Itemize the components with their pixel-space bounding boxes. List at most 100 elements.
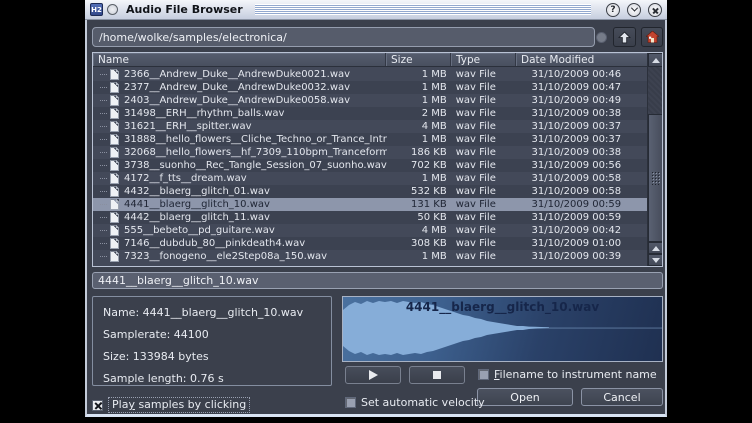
cell-type: wav File [452, 134, 517, 145]
checkbox-label: Filename to instrument name [494, 368, 657, 381]
cell-name: 2403__Andrew_Duke__AndrewDuke0058.wav [124, 95, 387, 106]
table-row[interactable]: 4432__blaerg__glitch_01.wav532 KBwav Fil… [93, 185, 648, 198]
cell-name: 31621__ERH__spitter.wav [124, 121, 387, 132]
tree-branch-icon [100, 178, 107, 179]
file-icon [110, 212, 119, 223]
close-button[interactable] [648, 3, 662, 17]
cell-type: wav File [452, 82, 517, 93]
file-icon [110, 121, 119, 132]
tree-branch-icon [100, 204, 107, 205]
checkbox-box[interactable] [345, 397, 356, 408]
scroll-up-button-bottom[interactable] [648, 242, 663, 254]
sticky-button-icon[interactable] [107, 4, 118, 15]
checkbox-box[interactable] [92, 400, 103, 411]
file-icon [110, 82, 119, 93]
column-header-size[interactable]: Size [386, 53, 451, 66]
file-icon [110, 238, 119, 249]
cell-date: 31/10/2009 00:56 [516, 160, 648, 171]
table-row[interactable]: 4442__blaerg__glitch_11.wav50 KBwav File… [93, 211, 648, 224]
up-arrow-icon [652, 246, 660, 251]
home-button[interactable] [641, 27, 663, 47]
sample-info-panel: Name: 4441__blaerg__glitch_10.wav Sample… [92, 296, 332, 386]
table-row[interactable]: 31621__ERH__spitter.wav4 MBwav File31/10… [93, 120, 648, 133]
preview-title: 4441__blaerg__glitch_10.wav [343, 300, 662, 314]
cell-date: 31/10/2009 00:37 [516, 121, 648, 132]
up-directory-button[interactable] [613, 27, 636, 47]
column-header-name[interactable]: Name [93, 53, 386, 66]
cell-size: 4 MB [387, 121, 452, 132]
tree-branch-icon [100, 126, 107, 127]
cell-date: 31/10/2009 00:42 [516, 225, 648, 236]
table-row[interactable]: 555__bebeto__pd_guitare.wav4 MBwav File3… [93, 224, 648, 237]
tree-branch-icon [100, 113, 107, 114]
cell-size: 308 KB [387, 238, 452, 249]
app-icon: H2 [90, 3, 103, 16]
checkbox-play-samples[interactable]: Play samples by clicking [92, 397, 250, 413]
table-row[interactable]: 2403__Andrew_Duke__AndrewDuke0058.wav1 M… [93, 94, 648, 107]
home-icon [646, 31, 659, 43]
file-icon [110, 134, 119, 145]
cell-type: wav File [452, 173, 517, 184]
cell-date: 31/10/2009 00:38 [516, 108, 648, 119]
file-list: 2366__Andrew_Duke__AndrewDuke0021.wav1 M… [93, 68, 648, 263]
desktop-background: H2 Audio File Browser ? Name Si [0, 0, 752, 423]
column-header-type[interactable]: Type [451, 53, 516, 66]
table-row[interactable]: 7323__fonogeno__ele2Step08a_150.wav1 MBw… [93, 250, 648, 263]
checkbox-label: Set automatic velocity [361, 396, 485, 409]
sample-size-text: Size: 133984 bytes [103, 350, 331, 372]
scroll-up-button[interactable] [648, 53, 663, 67]
table-row[interactable]: 2377__Andrew_Duke__AndrewDuke0032.wav1 M… [93, 81, 648, 94]
table-row[interactable]: 3738__suonho__Rec_Tangle_Session_07_suon… [93, 159, 648, 172]
help-button[interactable]: ? [606, 3, 620, 17]
table-row[interactable]: 31888__hello_flowers__Cliche_Techno_or_T… [93, 133, 648, 146]
scroll-down-button[interactable] [648, 254, 663, 266]
tree-branch-icon [100, 100, 107, 101]
audio-file-browser-window: H2 Audio File Browser ? Name Si [85, 0, 667, 417]
cell-type: wav File [452, 121, 517, 132]
cell-type: wav File [452, 147, 517, 158]
cell-name: 2377__Andrew_Duke__AndrewDuke0032.wav [124, 82, 387, 93]
tree-branch-icon [100, 87, 107, 88]
file-icon [110, 251, 119, 262]
checkbox-filename-to-instrument[interactable]: Filename to instrument name [478, 368, 657, 381]
waveform-preview: 4441__blaerg__glitch_10.wav [342, 296, 663, 362]
table-header: Name Size Type Date Modified [93, 53, 648, 67]
titlebar[interactable]: H2 Audio File Browser ? [85, 0, 667, 20]
cell-name: 2366__Andrew_Duke__AndrewDuke0021.wav [124, 69, 387, 80]
open-button[interactable]: Open [477, 388, 573, 406]
cell-size: 532 KB [387, 186, 452, 197]
shade-button[interactable] [627, 3, 641, 17]
selected-filename-field[interactable] [92, 272, 663, 289]
play-button[interactable] [345, 366, 401, 384]
table-row[interactable]: 4441__blaerg__glitch_10.wav131 KBwav Fil… [93, 198, 648, 211]
table-row[interactable]: 31498__ERH__rhythm_balls.wav2 MBwav File… [93, 107, 648, 120]
cell-name: 4441__blaerg__glitch_10.wav [124, 199, 387, 210]
cell-size: 1 MB [387, 173, 452, 184]
checkbox-box[interactable] [478, 369, 489, 380]
play-icon [369, 370, 378, 380]
cell-name: 555__bebeto__pd_guitare.wav [124, 225, 387, 236]
cell-size: 1 MB [387, 69, 452, 80]
column-header-date[interactable]: Date Modified [516, 53, 648, 66]
scrollbar-grip-icon [651, 171, 660, 185]
scrollbar-thumb[interactable] [648, 114, 663, 242]
cell-size: 1 MB [387, 251, 452, 262]
cell-name: 3738__suonho__Rec_Tangle_Session_07_suon… [124, 160, 387, 171]
file-icon [110, 173, 119, 184]
cancel-button[interactable]: Cancel [581, 388, 663, 406]
table-row[interactable]: 4172__f_tts__dream.wav1 MBwav File31/10/… [93, 172, 648, 185]
cell-name: 7323__fonogeno__ele2Step08a_150.wav [124, 251, 387, 262]
table-row[interactable]: 2366__Andrew_Duke__AndrewDuke0021.wav1 M… [93, 68, 648, 81]
cell-name: 7146__dubdub_80__pinkdeath4.wav [124, 238, 387, 249]
table-row[interactable]: 7146__dubdub_80__pinkdeath4.wav308 KBwav… [93, 237, 648, 250]
tree-branch-icon [100, 230, 107, 231]
table-row[interactable]: 32068__hello_flowers__hf_7309_110bpm_Tra… [93, 146, 648, 159]
vertical-scrollbar[interactable] [647, 53, 662, 266]
cell-name: 31498__ERH__rhythm_balls.wav [124, 108, 387, 119]
cell-type: wav File [452, 251, 517, 262]
stop-button[interactable] [409, 366, 465, 384]
checkbox-auto-velocity[interactable]: Set automatic velocity [345, 396, 485, 409]
cell-type: wav File [452, 238, 517, 249]
cell-date: 31/10/2009 00:58 [516, 173, 648, 184]
path-input[interactable] [92, 27, 595, 47]
